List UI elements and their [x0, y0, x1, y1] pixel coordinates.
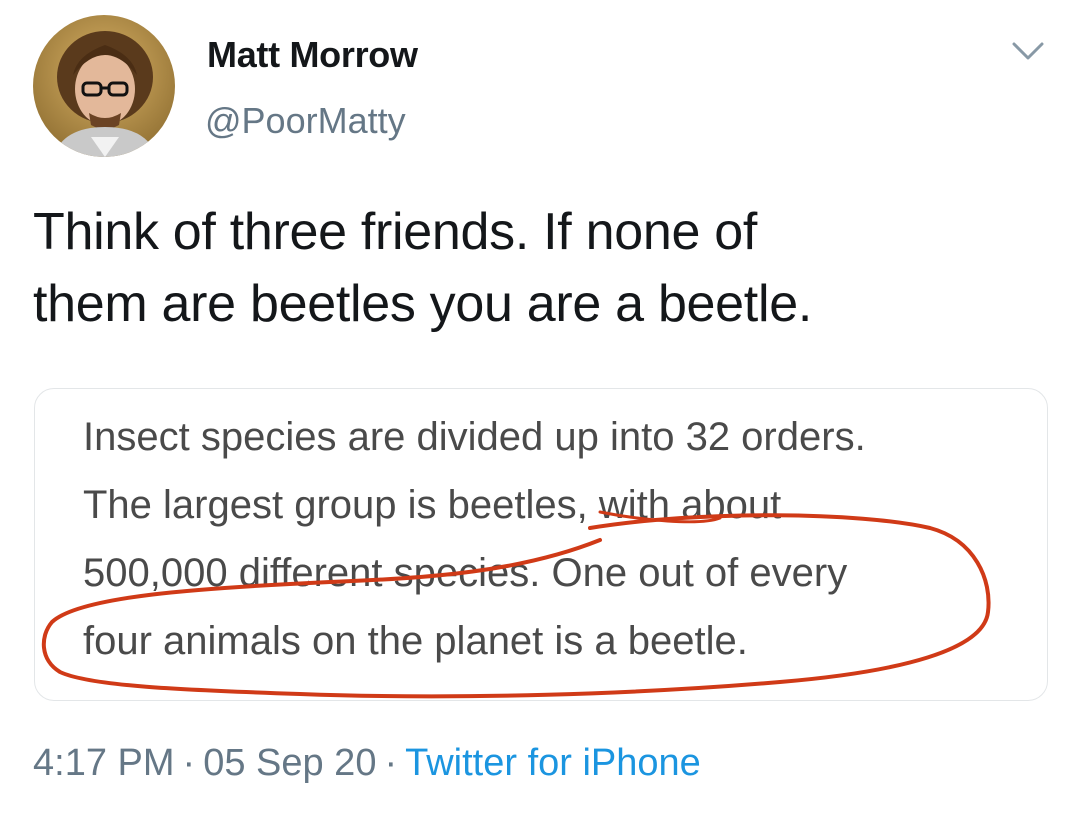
tweet-line: Think of three friends. If none of	[33, 203, 757, 261]
card-line: Insect species are divided up into 32 or…	[83, 415, 866, 459]
tweet-line: them are beetles you are a beetle.	[33, 275, 812, 333]
source-link[interactable]: Twitter for iPhone	[405, 742, 701, 784]
chevron-down-icon[interactable]	[1010, 38, 1046, 64]
tweet-meta: 4:17 PM · 05 Sep 20 · Twitter for iPhone	[33, 742, 701, 785]
author-handle[interactable]: @PoorMatty	[205, 100, 406, 142]
tweet-time: 4:17 PM	[33, 742, 175, 784]
avatar[interactable]	[33, 15, 175, 157]
avatar-photo	[33, 15, 175, 157]
tweet-text: Think of three friends. If none of them …	[33, 196, 1043, 340]
card-line: The largest group is beetles, with about	[83, 483, 782, 527]
author-name[interactable]: Matt Morrow	[207, 34, 418, 76]
separator: ·	[182, 742, 196, 784]
separator: ·	[384, 742, 398, 784]
quoted-image-card[interactable]: Insect species are divided up into 32 or…	[34, 388, 1048, 701]
card-text: Insect species are divided up into 32 or…	[83, 403, 983, 675]
tweet-date: 05 Sep 20	[203, 742, 377, 784]
card-line: 500,000 different species. One out of ev…	[83, 551, 848, 595]
card-line: four animals on the planet is a beetle.	[83, 619, 748, 663]
